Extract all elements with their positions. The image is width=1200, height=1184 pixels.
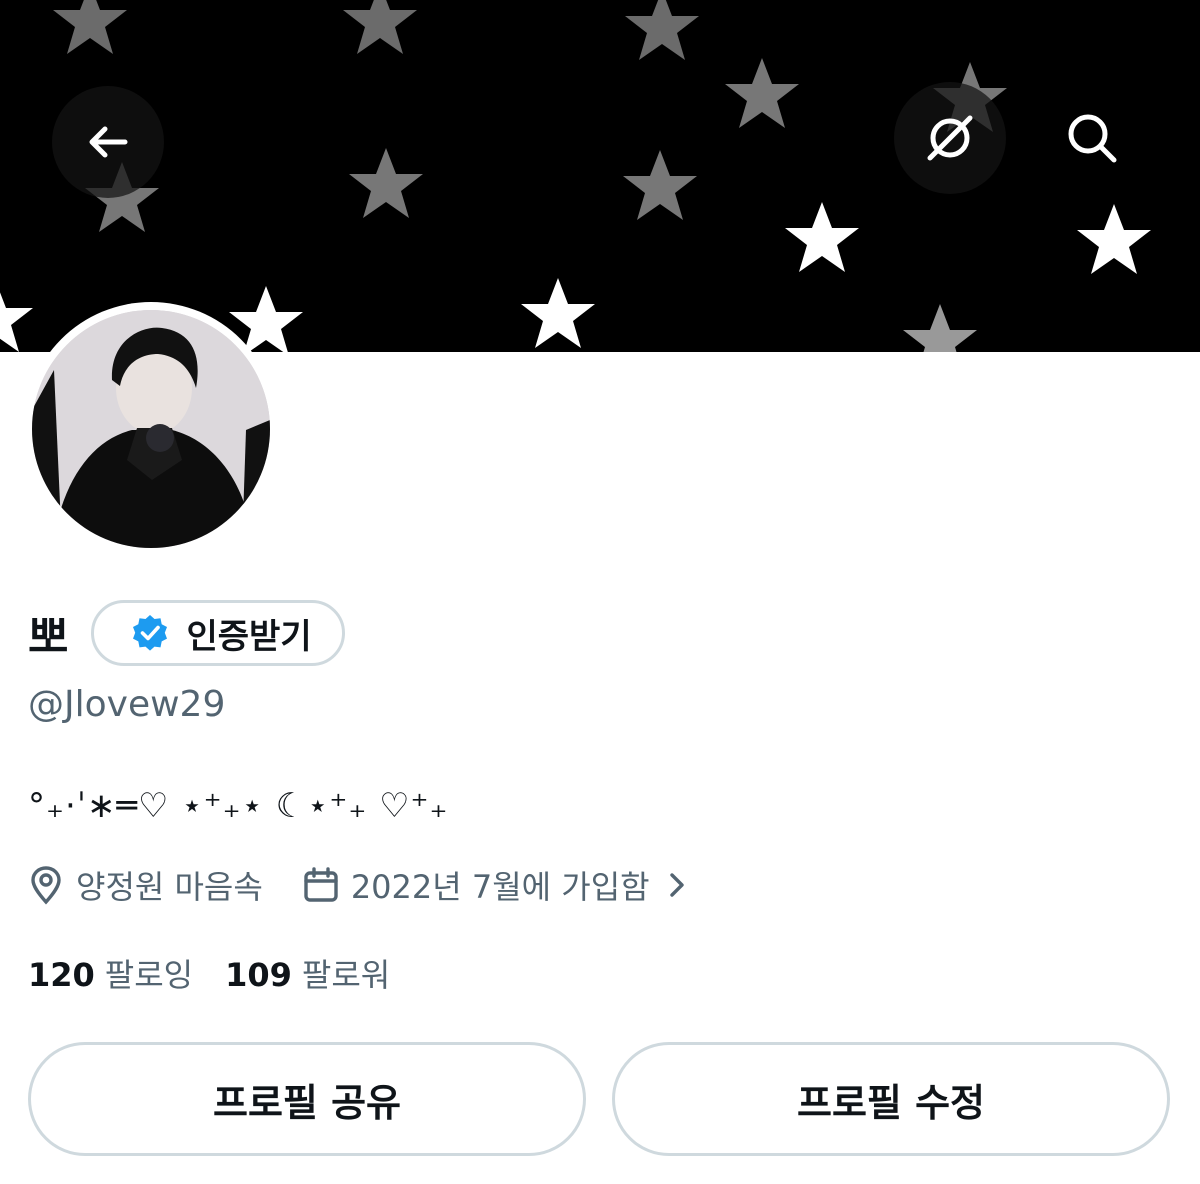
get-verified-button[interactable]: 인증받기	[91, 600, 345, 666]
avatar-photo	[32, 310, 270, 548]
user-handle: @Jlovew29	[28, 684, 226, 725]
star-pattern	[0, 0, 1151, 352]
arrow-left-icon	[89, 126, 128, 158]
get-verified-label: 인증받기	[186, 616, 312, 657]
profile-banner[interactable]	[0, 0, 1200, 352]
followers-stat[interactable]: 109 팔로워	[225, 950, 390, 996]
search-button[interactable]	[1036, 82, 1148, 194]
edit-profile-button[interactable]: 프로필 수정	[612, 1042, 1170, 1156]
chevron-right-icon	[669, 873, 684, 897]
location-text: 양정원 마음속	[76, 868, 263, 906]
following-count: 120	[28, 956, 95, 994]
join-date[interactable]: 2022년 7월에 가입함	[303, 862, 692, 908]
search-icon	[1068, 114, 1117, 163]
bio: °₊·ˈ∗═♡ ⋆⁺₊⋆ ☾⋆⁺₊ ♡⁺₊	[28, 786, 449, 826]
translate-icon	[927, 115, 973, 161]
followers-count: 109	[225, 956, 292, 994]
avatar[interactable]	[24, 302, 278, 556]
verified-badge-icon	[133, 615, 168, 651]
share-profile-button[interactable]: 프로필 공유	[28, 1042, 586, 1156]
join-date-text: 2022년 7월에 가입함	[350, 868, 650, 906]
display-name: 뽀	[28, 612, 70, 663]
translate-button[interactable]	[894, 82, 1006, 194]
back-button[interactable]	[52, 86, 164, 198]
following-label: 팔로잉	[104, 956, 194, 994]
location-pin-icon	[31, 866, 61, 905]
following-stat[interactable]: 120 팔로잉	[28, 950, 193, 996]
followers-label: 팔로워	[301, 956, 391, 994]
location: 양정원 마음속	[28, 862, 263, 908]
calendar-icon	[304, 867, 338, 902]
